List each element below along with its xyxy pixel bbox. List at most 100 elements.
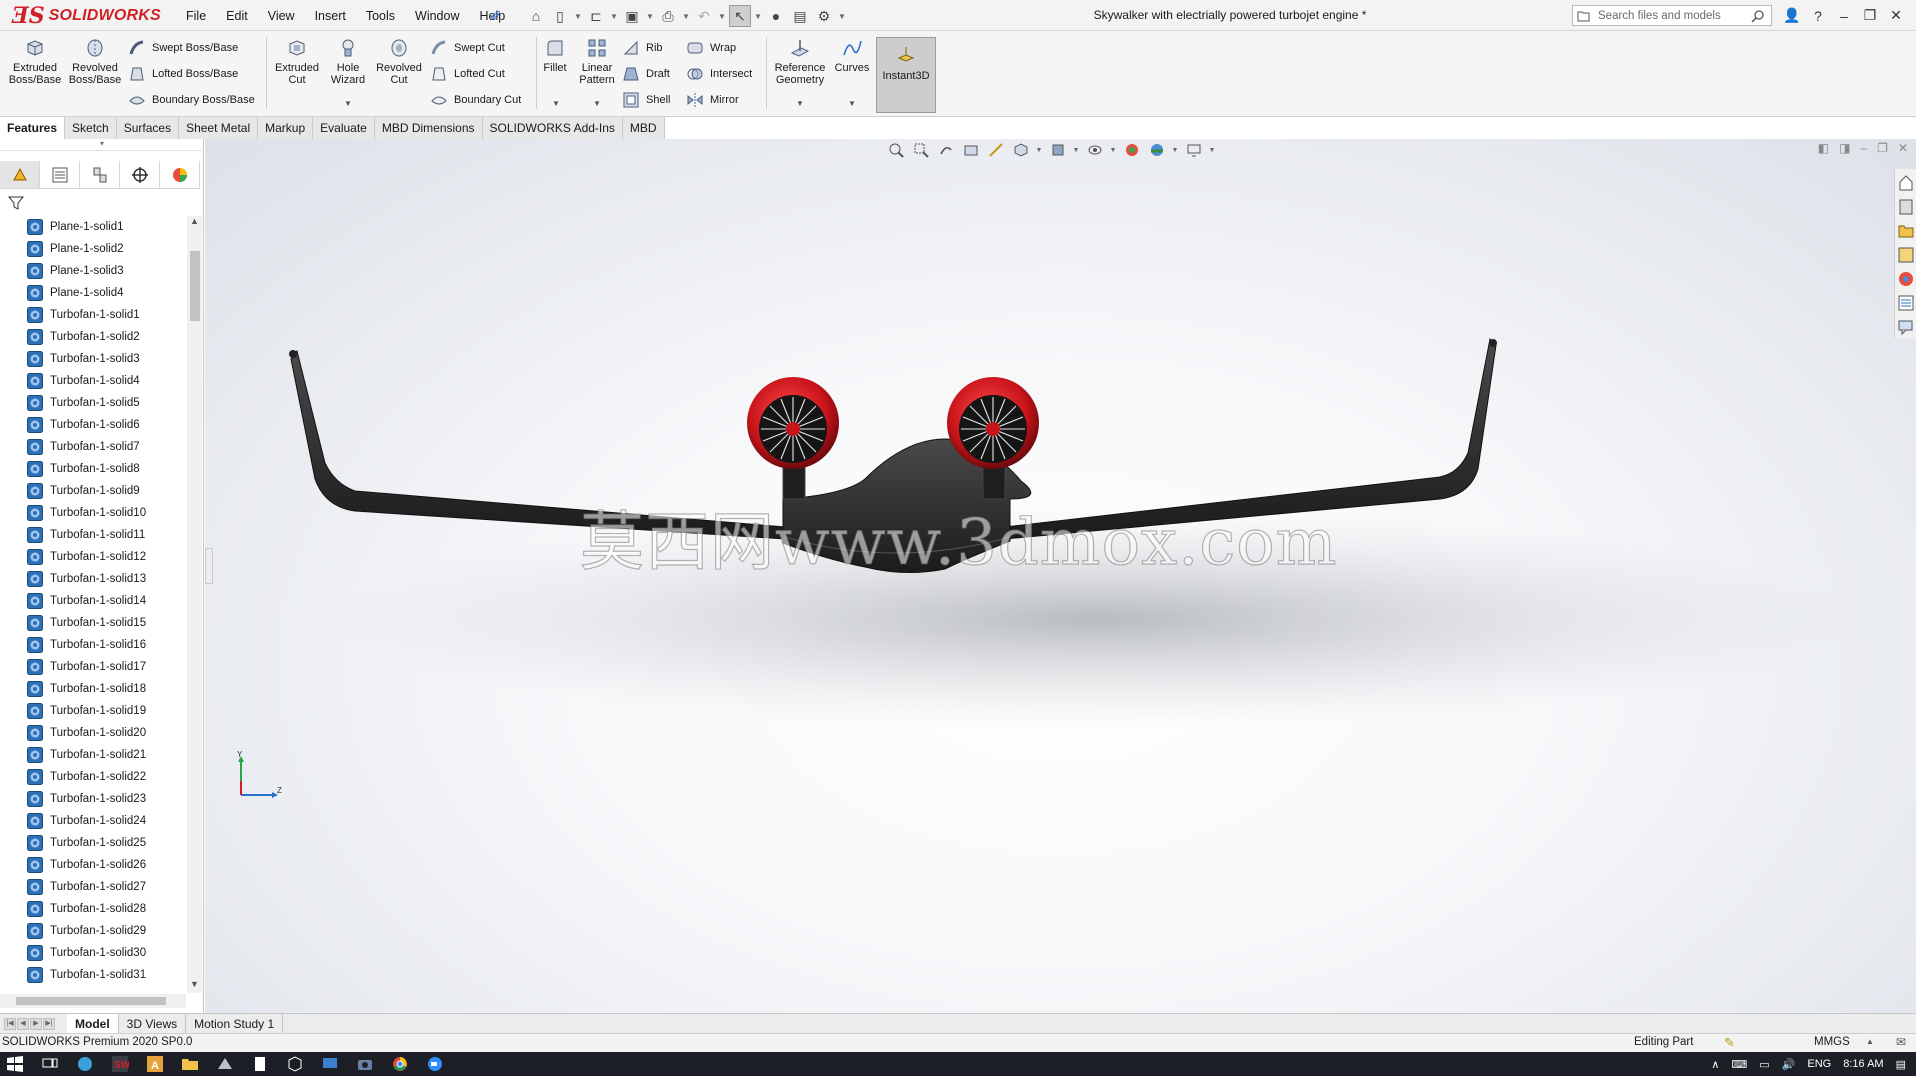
fillet-dropdown-icon[interactable]: ▼ (552, 99, 560, 108)
app-icon-circle[interactable] (76, 1055, 94, 1073)
volume-icon[interactable]: 🔊 (1782, 1058, 1796, 1071)
tree-item[interactable]: Turbofan-1-solid21 (0, 744, 186, 766)
graphics-area[interactable]: ▼ ▼ ▼ ▼ ▼ ◧ ◨ – ❐ ✕ 莫西网www.3dmox.com Y Z (205, 139, 1916, 1013)
document-icon[interactable] (251, 1055, 269, 1073)
appearances-icon[interactable] (1897, 269, 1915, 289)
view-orientation-dropdown-icon[interactable]: ▼ (1035, 140, 1043, 161)
tree-item[interactable]: Turbofan-1-solid16 (0, 634, 186, 656)
task-view-icon[interactable] (41, 1055, 59, 1073)
configuration-manager-tab[interactable] (80, 161, 120, 189)
tree-item[interactable]: Turbofan-1-solid25 (0, 832, 186, 854)
file-explorer-taskbar-icon[interactable] (181, 1055, 199, 1073)
tree-item[interactable]: Turbofan-1-solid6 (0, 414, 186, 436)
panel-splitter-handle[interactable] (205, 548, 213, 584)
minimize-icon[interactable]: – (1834, 6, 1854, 26)
tab-sketch[interactable]: Sketch (65, 117, 117, 139)
tree-item[interactable]: Turbofan-1-solid18 (0, 678, 186, 700)
intersect-button[interactable]: Intersect (686, 64, 752, 84)
viewport-restore-icon[interactable]: ❐ (1877, 141, 1888, 155)
hole-wizard-button[interactable]: Hole Wizard (319, 37, 377, 86)
tree-item[interactable]: Turbofan-1-solid9 (0, 480, 186, 502)
zoom-to-fit-icon[interactable] (885, 140, 906, 161)
tree-item[interactable]: Turbofan-1-solid2 (0, 326, 186, 348)
tree-item[interactable]: Turbofan-1-solid29 (0, 920, 186, 942)
tree-vertical-scrollbar[interactable]: ▲ ▼ (187, 216, 202, 993)
menu-insert[interactable]: Insert (305, 9, 356, 23)
search-input[interactable] (1596, 8, 1746, 23)
options-dropdown-icon[interactable]: ▼ (837, 5, 847, 27)
tree-item[interactable]: Turbofan-1-solid28 (0, 898, 186, 920)
linear-pattern-button[interactable]: Linear Pattern (568, 37, 626, 86)
scroll-down-icon[interactable]: ▼ (187, 979, 202, 993)
feature-manager-tab[interactable] (0, 161, 40, 189)
rebuild-icon[interactable]: ● (765, 5, 787, 27)
curves-dropdown-icon[interactable]: ▼ (848, 99, 856, 108)
show-hidden-icons-icon[interactable]: ∧ (1711, 1058, 1719, 1071)
left-turbofan-engine[interactable] (747, 377, 839, 469)
tree-item[interactable]: Turbofan-1-solid7 (0, 436, 186, 458)
dynamic-annotation-icon[interactable] (985, 140, 1006, 161)
tree-item[interactable]: Turbofan-1-solid12 (0, 546, 186, 568)
scene-dropdown-icon[interactable]: ▼ (1171, 140, 1179, 161)
apply-scene-icon[interactable] (1146, 140, 1167, 161)
rib-button[interactable]: Rib (622, 38, 663, 58)
tree-item[interactable]: Turbofan-1-solid1 (0, 304, 186, 326)
user-account-icon[interactable]: 👤 (1782, 6, 1802, 26)
tab-motion-study[interactable]: Motion Study 1 (186, 1013, 284, 1034)
viewport-close-icon[interactable]: ✕ (1898, 141, 1908, 155)
tab-markup[interactable]: Markup (258, 117, 314, 139)
print-icon[interactable]: ⎙ (657, 5, 679, 27)
tree-item[interactable]: Plane-1-solid2 (0, 238, 186, 260)
display-manager-tab[interactable] (160, 161, 200, 189)
zoom-to-area-icon[interactable] (910, 140, 931, 161)
tree-item[interactable]: Turbofan-1-solid20 (0, 722, 186, 744)
tree-item[interactable]: Turbofan-1-solid26 (0, 854, 186, 876)
save-icon[interactable]: ▣ (621, 5, 643, 27)
print-dropdown-icon[interactable]: ▼ (681, 5, 691, 27)
tab-mbd[interactable]: MBD (622, 117, 665, 139)
reference-geometry-dropdown-icon[interactable]: ▼ (796, 99, 804, 108)
menu-edit[interactable]: Edit (216, 9, 258, 23)
tree-item[interactable]: Turbofan-1-solid24 (0, 810, 186, 832)
menu-view[interactable]: View (258, 9, 305, 23)
tree-item[interactable]: Plane-1-solid3 (0, 260, 186, 282)
notifications-icon[interactable]: ✉ (1896, 1035, 1906, 1049)
panel-collapse-handle[interactable]: ▾ (0, 139, 204, 151)
forum-icon[interactable] (1897, 317, 1915, 337)
tab-features[interactable]: Features (0, 117, 66, 139)
display-style-dropdown-icon[interactable]: ▼ (1072, 140, 1080, 161)
extruded-boss-button[interactable]: Extruded Boss/Base (6, 37, 64, 86)
search-icon[interactable] (1751, 9, 1765, 23)
tab-solidworks-add-ins[interactable]: SOLIDWORKS Add-Ins (482, 117, 623, 139)
tree-item[interactable]: Turbofan-1-solid11 (0, 524, 186, 546)
camera-app-icon[interactable] (356, 1055, 374, 1073)
tree-item[interactable]: Turbofan-1-solid19 (0, 700, 186, 722)
tab-evaluate[interactable]: Evaluate (313, 117, 375, 139)
solidworks-resources-icon[interactable] (1897, 173, 1915, 193)
tab-surfaces[interactable]: Surfaces (116, 117, 180, 139)
next-tab-icon[interactable]: ▶ (30, 1017, 42, 1030)
last-tab-icon[interactable]: ▶| (43, 1017, 55, 1030)
tree-item[interactable]: Turbofan-1-solid10 (0, 502, 186, 524)
tree-item[interactable]: Turbofan-1-solid27 (0, 876, 186, 898)
pattern-dropdown-icon[interactable]: ▼ (593, 99, 601, 108)
network-icon[interactable]: ▭ (1759, 1058, 1769, 1071)
undo-dropdown-icon[interactable]: ▼ (717, 5, 727, 27)
dimxpert-manager-tab[interactable] (120, 161, 160, 189)
pin-menu-icon[interactable]: ✐ (490, 8, 506, 24)
right-turbofan-engine[interactable] (947, 377, 1039, 469)
menu-tools[interactable]: Tools (356, 9, 405, 23)
tree-item[interactable]: Turbofan-1-solid4 (0, 370, 186, 392)
rebuild-status-icon[interactable]: ✎ (1724, 1035, 1735, 1051)
clock[interactable]: 8:16 AM (1843, 1058, 1883, 1070)
section-view-icon[interactable] (960, 140, 981, 161)
view-settings-dropdown-icon[interactable]: ▼ (1208, 140, 1216, 161)
filter-icon[interactable] (8, 195, 24, 211)
cad-app-icon[interactable] (216, 1055, 234, 1073)
scroll-thumb[interactable] (16, 997, 166, 1005)
file-properties-icon[interactable]: ▤ (789, 5, 811, 27)
options-gear-icon[interactable]: ⚙ (813, 5, 835, 27)
cube-app-icon[interactable] (286, 1055, 304, 1073)
tile-right-icon[interactable]: ◨ (1839, 141, 1850, 155)
tree-item[interactable]: Turbofan-1-solid8 (0, 458, 186, 480)
